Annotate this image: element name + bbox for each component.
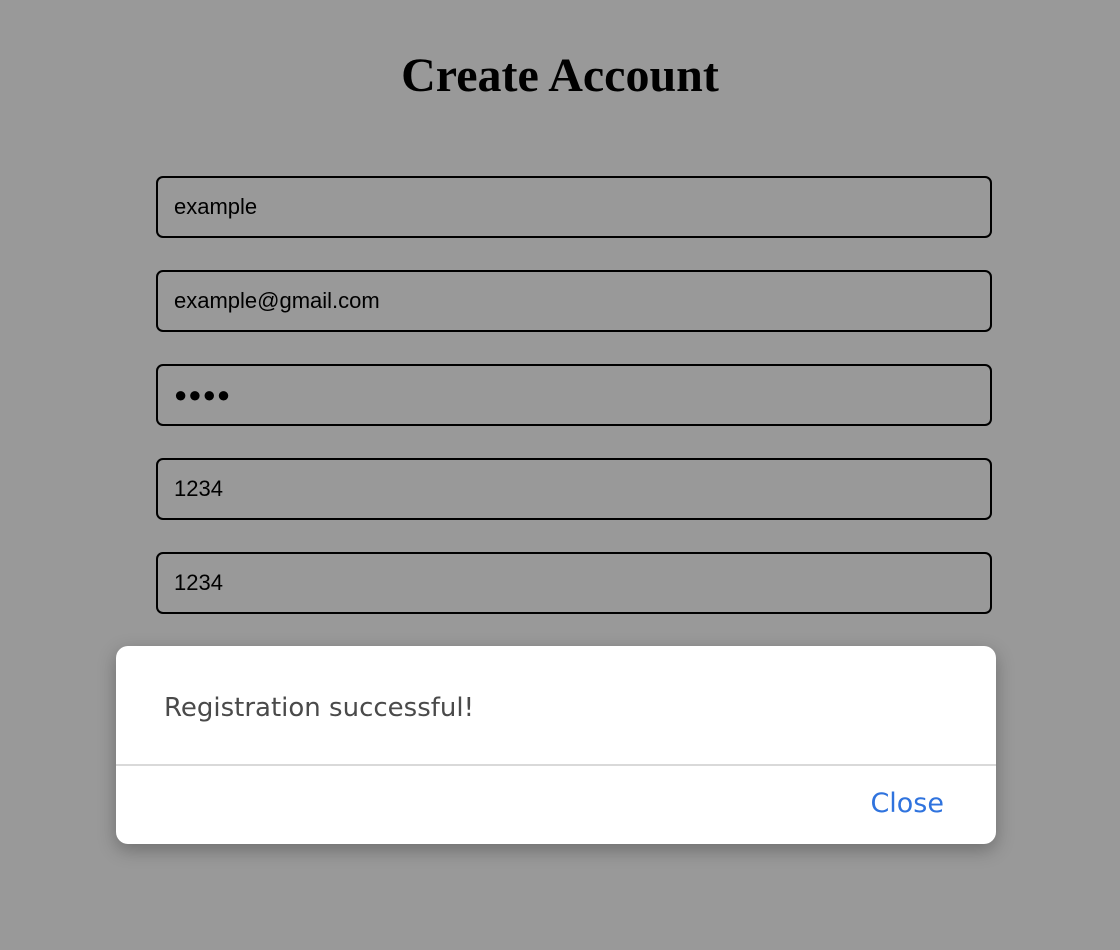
password-value: ●●●● (174, 382, 232, 407)
dialog-message: Registration successful! (164, 693, 475, 723)
password-field[interactable]: ●●●● (156, 364, 992, 426)
email-field[interactable]: example@gmail.com (156, 270, 992, 332)
field-4-value: 1234 (174, 476, 223, 501)
username-value: example (174, 194, 258, 219)
close-button[interactable]: Close (870, 784, 944, 824)
username-field[interactable]: example (156, 176, 992, 238)
registration-form: example example@gmail.com ●●●● 1234 1234 (156, 176, 992, 646)
email-value: example@gmail.com (174, 288, 380, 313)
page-title: Create Account (401, 49, 719, 102)
dialog-divider (116, 764, 996, 766)
field-5[interactable]: 1234 (156, 552, 992, 614)
field-4[interactable]: 1234 (156, 458, 992, 520)
field-5-value: 1234 (174, 570, 223, 595)
alert-dialog: Registration successful! Close (116, 646, 996, 844)
